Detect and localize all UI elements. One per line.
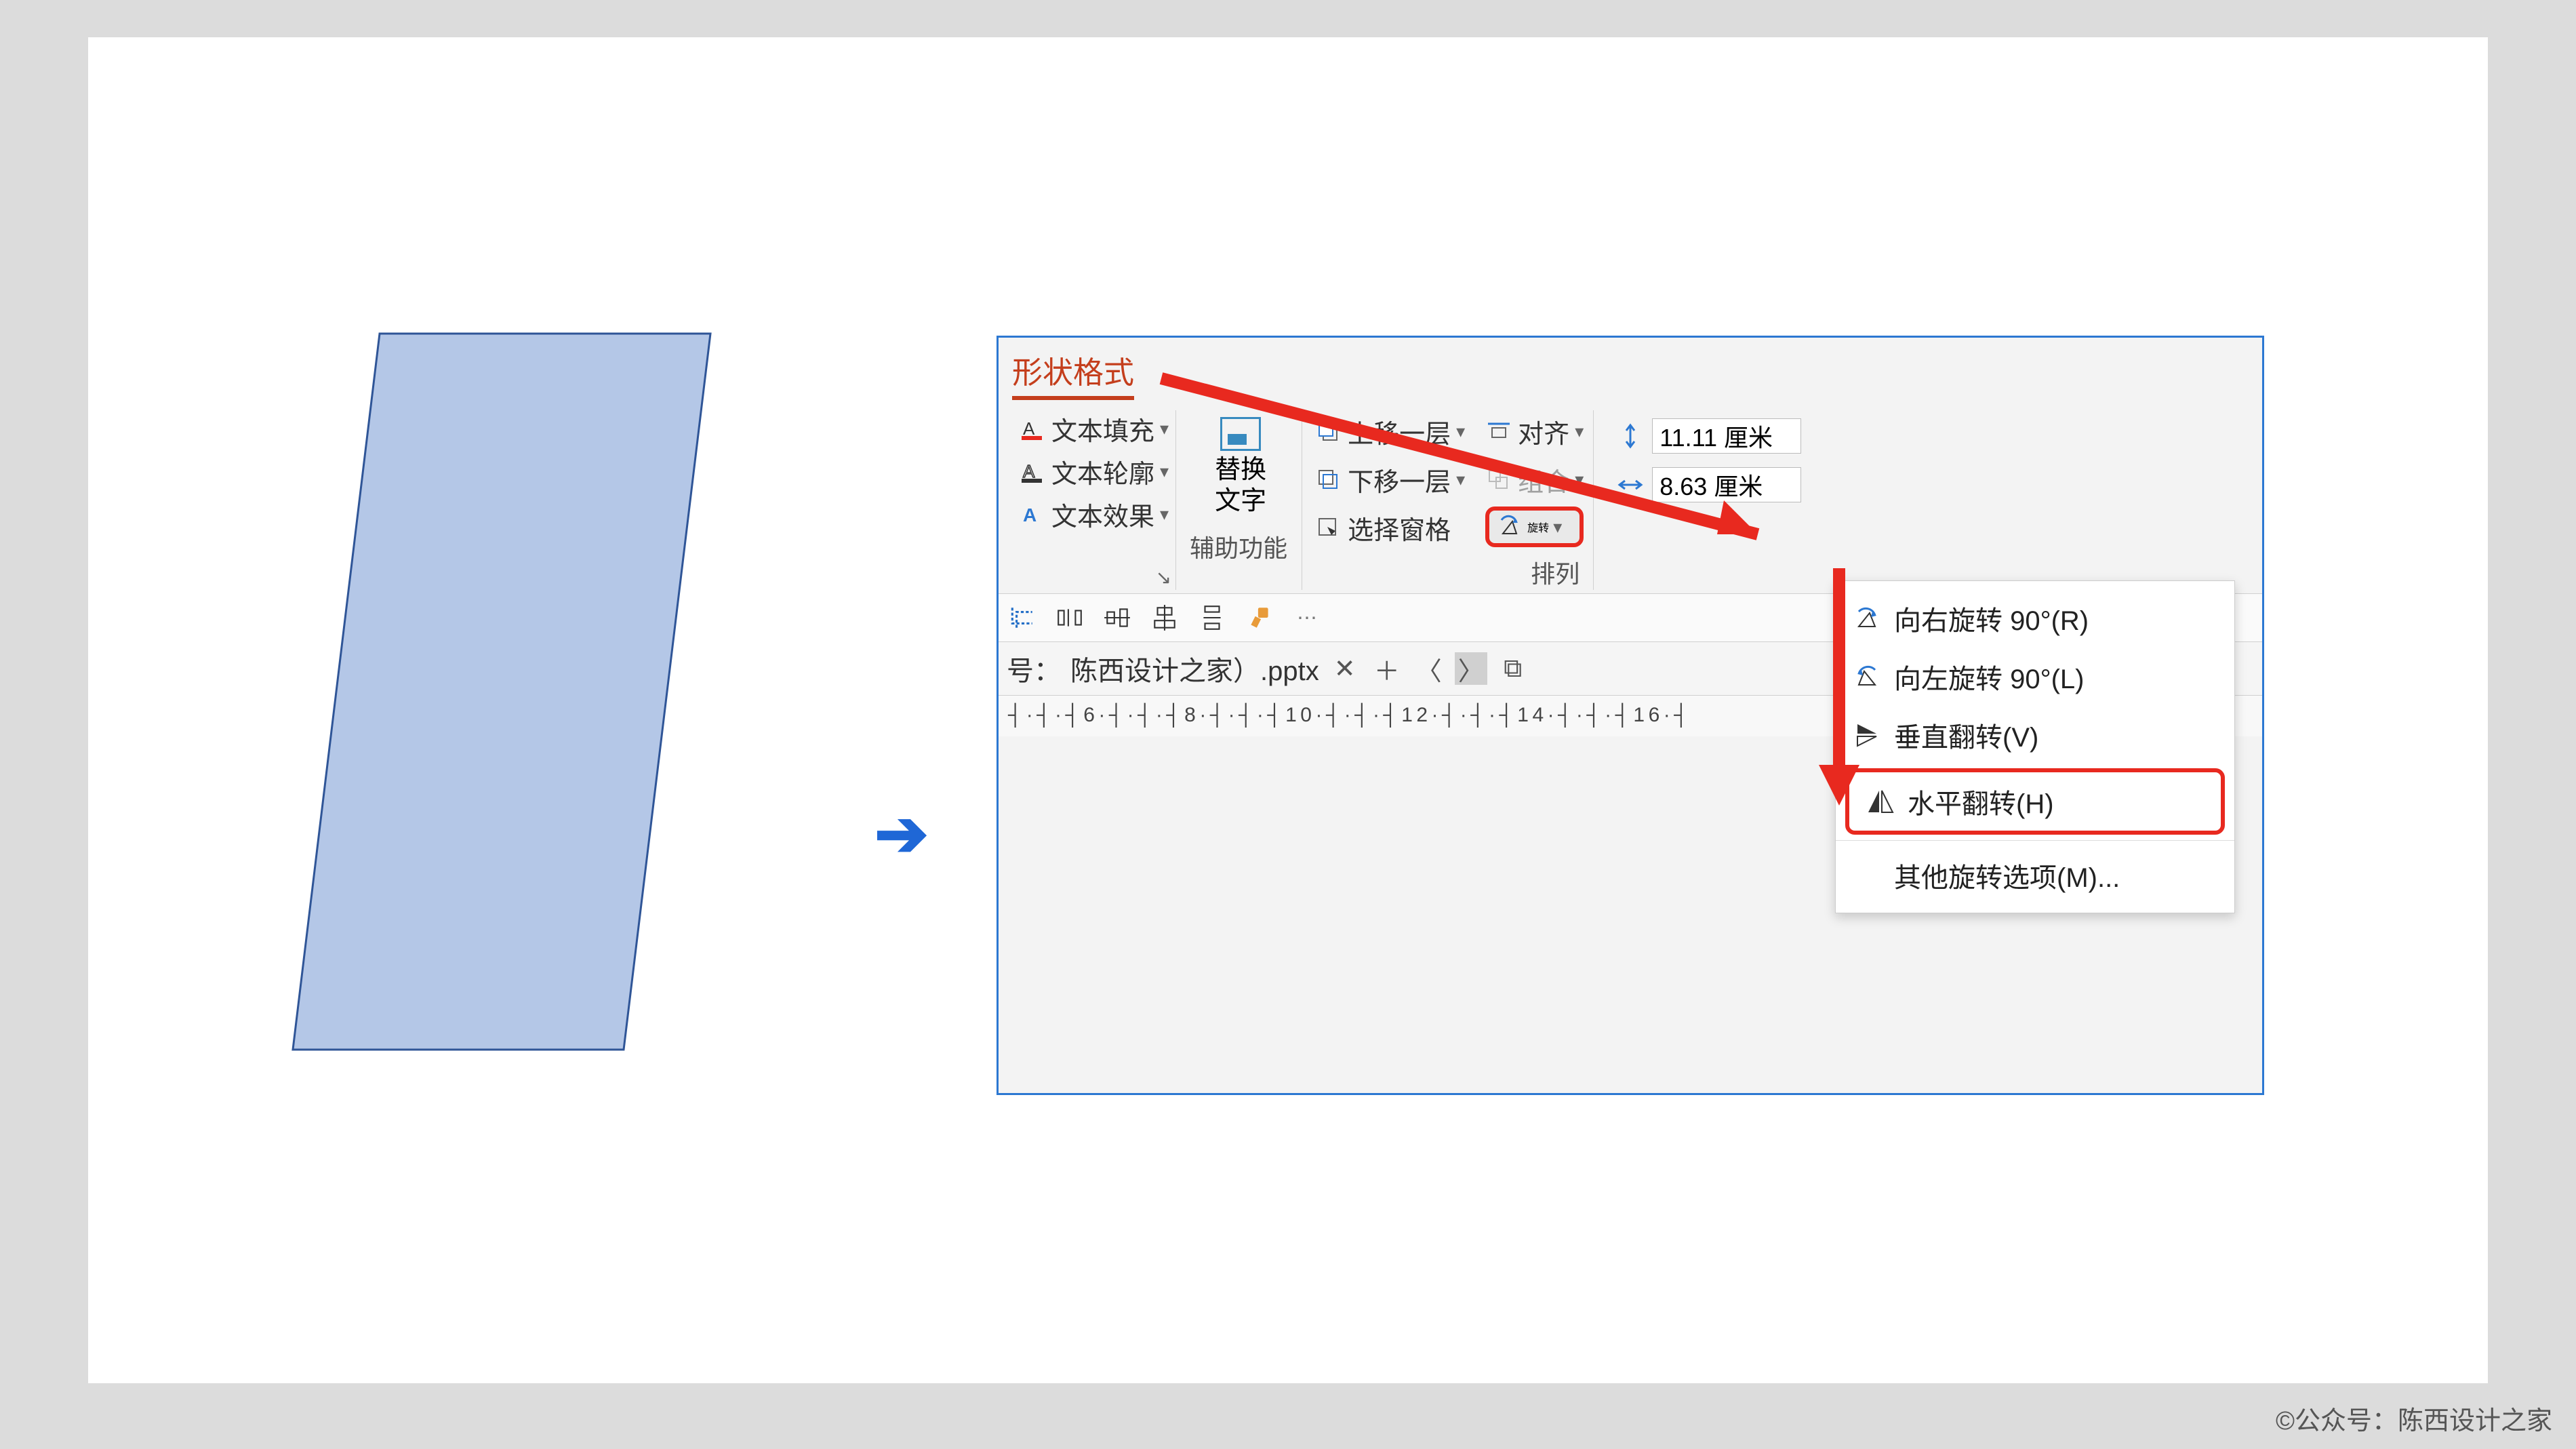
rotate-left-icon bbox=[1852, 662, 1882, 692]
text-effects-icon: A bbox=[1019, 501, 1046, 528]
text-fill-icon: A bbox=[1019, 416, 1046, 443]
distribute-v-icon[interactable] bbox=[1198, 603, 1226, 632]
prev-tab-icon[interactable]: 〈 bbox=[1413, 652, 1445, 685]
bring-forward-button[interactable]: 上移一层▾ bbox=[1315, 410, 1465, 453]
rotate-left-90-item[interactable]: 向左旋转 90°(L) bbox=[1836, 648, 2234, 706]
new-tab-icon[interactable]: ＋ bbox=[1371, 652, 1403, 685]
accessibility-group: 替换 文字 辅助功能 bbox=[1180, 410, 1302, 590]
flip-vertical-icon bbox=[1852, 720, 1882, 750]
group-label-arrange: 排列 bbox=[1315, 549, 1584, 590]
alt-text-button[interactable]: 替换 文字 bbox=[1190, 410, 1291, 523]
size-group: 11.11 厘米 8.63 厘米 bbox=[1597, 410, 1821, 590]
align-middle-icon[interactable] bbox=[1103, 603, 1131, 632]
group-icon bbox=[1485, 467, 1512, 494]
overflow-icon[interactable]: ⋯ bbox=[1293, 603, 1321, 632]
file-name: 陈西设计之家）.pptx bbox=[1070, 649, 1319, 688]
arrange-group: 上移一层▾ 下移一层▾ 选择窗格 对齐▾ 组合▾ 旋转▾ 排列 bbox=[1306, 410, 1594, 590]
parallelogram-shape bbox=[291, 332, 712, 1051]
ribbon-tabs: 形状格式 bbox=[999, 338, 2262, 403]
menu-separator bbox=[1836, 840, 2234, 841]
selection-pane-icon bbox=[1315, 515, 1342, 542]
text-effects-button[interactable]: A 文本效果▾ bbox=[1019, 496, 1169, 533]
selection-pane-button[interactable]: 选择窗格 bbox=[1315, 507, 1465, 549]
width-icon bbox=[1617, 471, 1644, 498]
ribbon-body: A 文本填充▾ A 文本轮廓▾ A 文本效果▾ ↘ bbox=[999, 403, 2262, 593]
distribute-h-icon[interactable] bbox=[1055, 603, 1084, 632]
wordart-styles-group: A 文本填充▾ A 文本轮廓▾ A 文本效果▾ ↘ bbox=[1009, 410, 1176, 590]
group-label-accessibility: 辅助功能 bbox=[1190, 523, 1291, 564]
bring-forward-icon bbox=[1315, 418, 1342, 445]
rotate-icon bbox=[1496, 513, 1523, 540]
width-input[interactable]: 8.63 厘米 bbox=[1652, 467, 1801, 502]
alt-text-icon bbox=[1220, 417, 1261, 451]
align-icon bbox=[1485, 418, 1512, 445]
dialog-launcher-icon[interactable]: ↘ bbox=[1156, 566, 1171, 589]
svg-text:A: A bbox=[1023, 504, 1037, 525]
group-button: 组合▾ bbox=[1485, 458, 1584, 501]
text-fill-button[interactable]: A 文本填充▾ bbox=[1019, 410, 1169, 448]
slide-canvas: ➔ 形状格式 A 文本填充▾ A 文本轮廓▾ A 文本效果▾ bbox=[88, 37, 2488, 1383]
crop-icon[interactable] bbox=[1008, 603, 1037, 632]
width-field[interactable]: 8.63 厘米 bbox=[1617, 467, 1801, 502]
flip-horizontal-icon bbox=[1866, 787, 1895, 816]
flip-vertical-item[interactable]: 垂直翻转(V) bbox=[1836, 706, 2234, 764]
rotate-button-highlighted[interactable]: 旋转▾ bbox=[1485, 507, 1584, 547]
svg-text:A: A bbox=[1023, 418, 1035, 439]
svg-text:A: A bbox=[1023, 461, 1035, 481]
rotate-right-icon bbox=[1852, 603, 1882, 633]
more-rotation-options-item[interactable]: 其他旋转选项(M)... bbox=[1836, 846, 2234, 905]
ribbon-screenshot: 形状格式 A 文本填充▾ A 文本轮廓▾ A 文本效果▾ bbox=[997, 336, 2264, 1095]
rotate-right-90-item[interactable]: 向右旋转 90°(R) bbox=[1836, 589, 2234, 648]
send-backward-icon bbox=[1315, 467, 1342, 494]
credit-text: ©公众号：陈西设计之家 bbox=[2276, 1400, 2552, 1437]
align-button[interactable]: 对齐▾ bbox=[1485, 410, 1584, 453]
format-painter-icon[interactable] bbox=[1245, 603, 1274, 632]
tab-shape-format[interactable]: 形状格式 bbox=[1012, 348, 1134, 400]
text-outline-button[interactable]: A 文本轮廓▾ bbox=[1019, 453, 1169, 490]
file-label-prefix: 号： bbox=[1007, 649, 1061, 688]
window-split-icon[interactable]: ⧉ bbox=[1497, 652, 1529, 685]
close-tab-icon[interactable]: ✕ bbox=[1329, 652, 1361, 685]
height-input[interactable]: 11.11 厘米 bbox=[1652, 418, 1801, 454]
next-tab-icon[interactable]: 〉 bbox=[1455, 652, 1487, 685]
align-center-icon[interactable] bbox=[1150, 603, 1179, 632]
text-outline-icon: A bbox=[1019, 458, 1046, 485]
blank-icon bbox=[1852, 860, 1882, 890]
height-icon bbox=[1617, 422, 1644, 450]
height-field[interactable]: 11.11 厘米 bbox=[1617, 418, 1801, 454]
rotate-dropdown-menu: 向右旋转 90°(R) 向左旋转 90°(L) 垂直翻转(V) 水平翻转(H) … bbox=[1835, 580, 2235, 913]
send-backward-button[interactable]: 下移一层▾ bbox=[1315, 458, 1465, 501]
arrow-right-icon: ➔ bbox=[874, 797, 929, 871]
flip-horizontal-item-highlighted[interactable]: 水平翻转(H) bbox=[1845, 768, 2225, 835]
